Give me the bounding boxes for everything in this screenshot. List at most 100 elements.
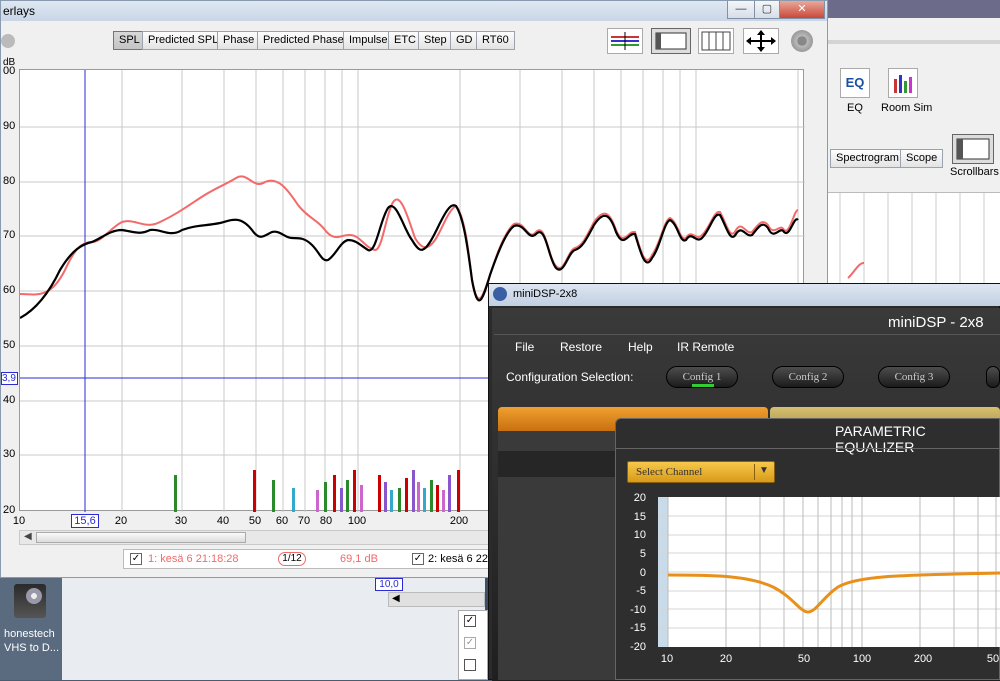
- settings-gear-icon[interactable]: [791, 30, 813, 52]
- lower-scrollbar[interactable]: ◀: [388, 592, 485, 607]
- x-tick-label: 70: [297, 515, 311, 527]
- room-sim-label: Room Sim: [881, 102, 933, 114]
- background-window-strip: 10,0 ◀ ✓ ✓: [0, 578, 488, 680]
- eq-label: EQ: [847, 102, 863, 114]
- select-channel-dropdown[interactable]: Select Channel ▼: [627, 461, 775, 483]
- tab-spl[interactable]: SPL: [113, 31, 146, 50]
- menu-help[interactable]: Help: [628, 340, 653, 354]
- horizontal-scrollbar[interactable]: ◀: [19, 530, 489, 545]
- config-2-button[interactable]: Config 2: [772, 366, 844, 388]
- peq-graph[interactable]: [658, 497, 1000, 647]
- menu-file[interactable]: File: [515, 340, 534, 354]
- cursor-x-readout: 15,6: [71, 514, 99, 528]
- tab-scope[interactable]: Scope: [900, 149, 944, 168]
- scrollbars-label: Scrollbars: [950, 166, 999, 178]
- peq-y-tick: -20: [630, 641, 646, 653]
- peq-y-tick: 5: [639, 548, 646, 560]
- minidsp-brand-title: miniDSP - 2x8: [888, 314, 984, 331]
- select-channel-label: Select Channel: [636, 466, 703, 478]
- tab-spectrogram[interactable]: Spectrogram: [830, 149, 905, 168]
- trace-2-checkbox[interactable]: ✓: [412, 553, 424, 565]
- menu-restore[interactable]: Restore: [560, 340, 602, 354]
- scroll-left-arrow-icon[interactable]: ◀: [392, 593, 400, 604]
- y-tick-label: 60: [3, 284, 16, 296]
- config-3-button[interactable]: Config 3: [878, 366, 950, 388]
- y-tick-label: 80: [3, 175, 16, 187]
- peq-divider: [616, 448, 1000, 449]
- desktop-icon-label-1: honestech: [4, 628, 55, 640]
- peq-x-tick: 10: [660, 653, 674, 665]
- y-tick-label: 40: [3, 394, 16, 406]
- tab-predicted-spl[interactable]: Predicted SPL: [142, 31, 225, 50]
- peq-y-tick: 10: [633, 529, 646, 541]
- list-checkbox[interactable]: ✓: [464, 615, 476, 627]
- peq-x-tick: 50: [797, 653, 811, 665]
- peq-x-tick: 20: [719, 653, 733, 665]
- grid-columns-icon[interactable]: [698, 28, 734, 54]
- peq-y-tick: -5: [636, 585, 646, 597]
- pan-arrows-icon[interactable]: [743, 28, 779, 54]
- disc-icon: [26, 588, 42, 604]
- tab-rt60[interactable]: RT60: [476, 31, 515, 50]
- config-selection-label: Configuration Selection:: [506, 370, 634, 384]
- list-checkbox[interactable]: ✓: [464, 637, 476, 649]
- eq-icon[interactable]: EQ: [840, 68, 870, 98]
- trace-1-label: 1: kesä 6 21:18:28: [148, 553, 239, 565]
- window-layout-icon[interactable]: [651, 28, 691, 54]
- tab-phase[interactable]: Phase: [217, 31, 261, 50]
- panel-header-strip: [828, 0, 1000, 18]
- room-sim-icon[interactable]: [888, 68, 918, 98]
- x-tick-label: 30: [174, 515, 188, 527]
- tab-gd[interactable]: GD: [450, 31, 479, 50]
- rew-window-title: erlays: [3, 4, 36, 18]
- list-checkbox[interactable]: [464, 659, 476, 671]
- y-tick-label: 30: [3, 448, 16, 460]
- smoothing-selector[interactable]: 1/12: [278, 552, 306, 566]
- menu-ir-remote[interactable]: IR Remote: [677, 340, 734, 354]
- gear-small-icon[interactable]: [1, 34, 15, 48]
- peq-y-tick: 15: [633, 511, 646, 523]
- trace-2-label: 2: kesä 6 22:: [428, 553, 491, 565]
- tab-predicted-phase[interactable]: Predicted Phase: [257, 31, 350, 50]
- tab-step[interactable]: Step: [418, 31, 453, 50]
- rew-title-bar: erlays — ▢ ✕: [1, 1, 827, 21]
- x-tick-label: 80: [319, 515, 333, 527]
- overlay-lines-icon[interactable]: [607, 28, 643, 54]
- y-tick-label: 50: [3, 339, 16, 351]
- desktop-icon-area: honestech VHS to D...: [0, 578, 62, 680]
- scrollbars-icon[interactable]: [952, 134, 994, 164]
- peq-title: PARAMETRIC EQUALIZER: [835, 423, 926, 455]
- peq-y-tick: 0: [639, 567, 646, 579]
- minidsp-app-icon: [493, 287, 507, 301]
- x-tick-label: 60: [275, 515, 289, 527]
- peq-response-curve: [667, 571, 1000, 614]
- menu-divider: [494, 334, 1000, 335]
- x-tick-label: 100: [347, 515, 367, 527]
- x-tick-label: 200: [449, 515, 469, 527]
- peq-y-tick: -10: [630, 604, 646, 616]
- peq-x-tick: 100: [852, 653, 872, 665]
- peq-graph-svg: [658, 497, 1000, 647]
- config-4-button[interactable]: [986, 366, 1000, 388]
- scroll-left-arrow-icon[interactable]: ◀: [24, 531, 32, 542]
- tab-etc[interactable]: ETC: [388, 31, 422, 50]
- desktop-icon-label-2: VHS to D...: [4, 642, 60, 654]
- x-tick-label: 20: [114, 515, 128, 527]
- maximize-button[interactable]: ▢: [754, 1, 780, 19]
- y-tick-label: 00: [3, 65, 16, 77]
- trace-1-checkbox[interactable]: ✓: [130, 553, 142, 565]
- scrollbar-thumb[interactable]: [36, 532, 246, 543]
- chevron-down-icon: ▼: [759, 465, 769, 476]
- minimize-button[interactable]: —: [727, 1, 755, 19]
- close-button[interactable]: ✕: [779, 1, 825, 19]
- honestech-app-icon[interactable]: [14, 584, 46, 618]
- routing-row: [498, 451, 616, 477]
- minidsp-window-title: miniDSP-2x8: [513, 288, 578, 300]
- dropdown-separator: [754, 464, 755, 480]
- y-tick-label: 70: [3, 229, 16, 241]
- checkbox-list: ✓ ✓: [458, 610, 488, 680]
- decay-bars: [174, 470, 460, 512]
- panel-divider: [828, 40, 1000, 44]
- tab-impulse[interactable]: Impulse: [343, 31, 394, 50]
- peq-x-tick: 50: [986, 653, 1000, 665]
